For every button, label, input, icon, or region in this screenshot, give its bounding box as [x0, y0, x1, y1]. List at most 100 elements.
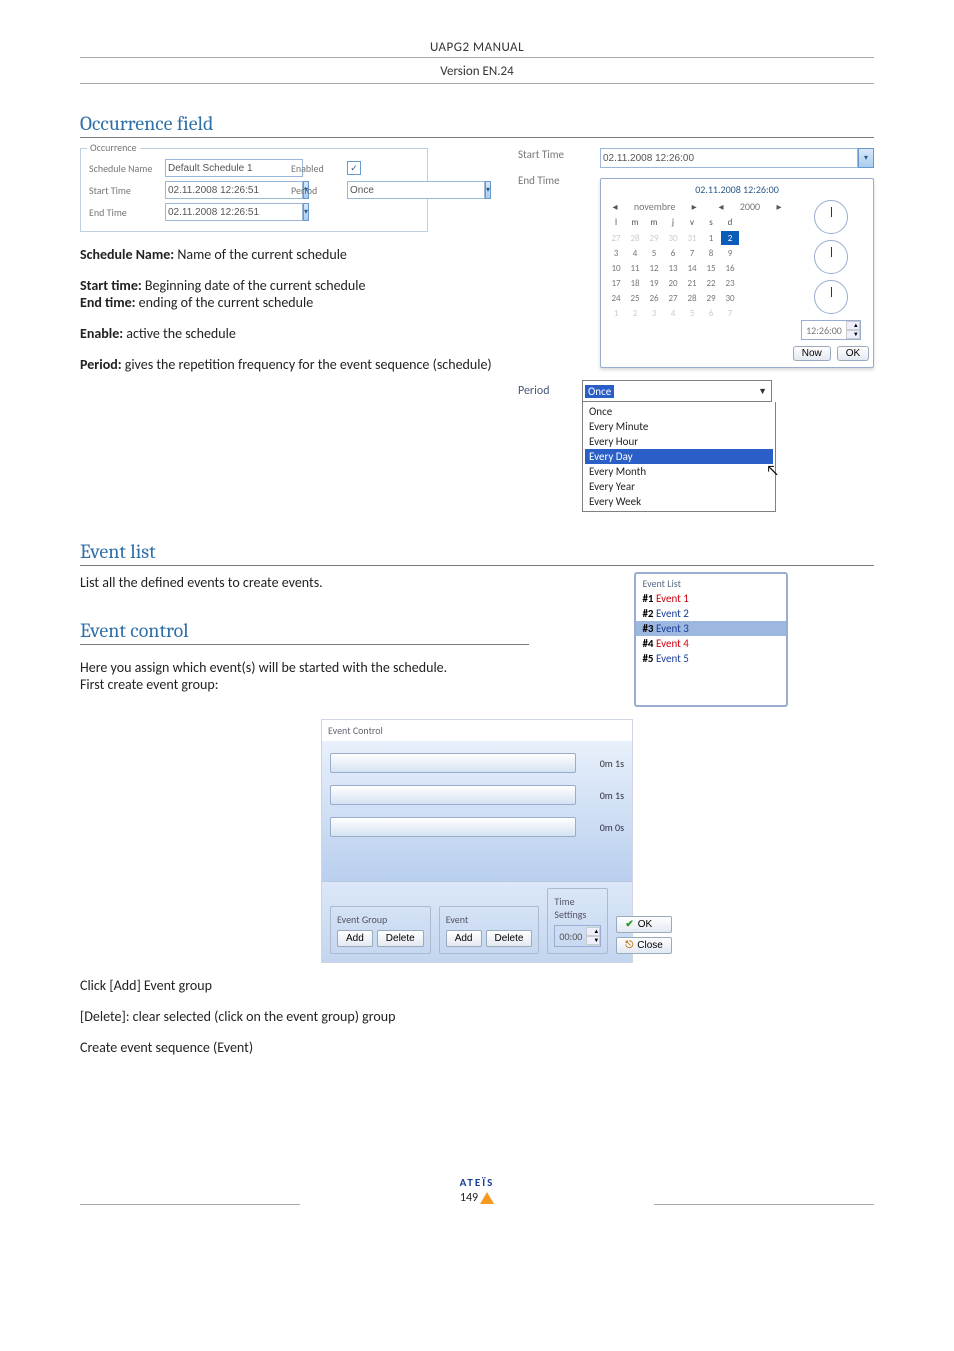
calendar-day[interactable]: 27	[607, 231, 625, 245]
calendar-day[interactable]: 5	[683, 306, 701, 320]
event-list-item[interactable]: #5 Event 5	[636, 651, 786, 666]
doc-header: UAPG2 MANUAL Version EN.24	[80, 40, 874, 84]
calendar-day[interactable]: 3	[607, 246, 625, 260]
calendar-day[interactable]: 2	[721, 231, 739, 245]
calendar-day[interactable]: 18	[626, 276, 644, 290]
event-group-add-button[interactable]: Add	[337, 930, 373, 947]
period-option[interactable]: Every Hour	[585, 434, 773, 449]
period-input[interactable]	[347, 181, 485, 199]
calendar-day[interactable]: 5	[645, 246, 663, 260]
event-box: Event Add Delete	[439, 906, 540, 954]
slider[interactable]	[330, 785, 576, 805]
event-add-button[interactable]: Add	[446, 930, 482, 947]
weekday-header: m	[645, 215, 663, 229]
event-list-item[interactable]: #3 Event 3	[636, 621, 786, 636]
calendar-day[interactable]: 1	[607, 306, 625, 320]
event-control-desc: Here you assign which event(s) will be s…	[80, 659, 529, 693]
event-list-item[interactable]: #1 Event 1	[636, 591, 786, 606]
calendar-day[interactable]: 23	[721, 276, 739, 290]
ec-close-button[interactable]: ⎋Close	[616, 937, 672, 954]
month-next-icon[interactable]: ▸	[686, 200, 702, 213]
calendar-day[interactable]: 30	[721, 291, 739, 305]
calendar-day[interactable]: 8	[702, 246, 720, 260]
slider[interactable]	[330, 753, 576, 773]
start-time-input[interactable]	[165, 181, 303, 199]
calendar-day[interactable]: 27	[664, 291, 682, 305]
end-time-input[interactable]	[165, 203, 303, 221]
event-delete-button[interactable]: Delete	[486, 930, 533, 947]
calendar-day[interactable]: 2	[626, 306, 644, 320]
year-next-icon[interactable]: ▸	[771, 200, 787, 213]
calendar-day[interactable]: 12	[645, 261, 663, 275]
footer-brand: ATEÏS	[460, 1176, 495, 1189]
calendar-day[interactable]: 21	[683, 276, 701, 290]
period-option[interactable]: Every Month	[585, 464, 773, 479]
period-dropdown-icon[interactable]: ▾	[485, 181, 491, 199]
calendar-day[interactable]: 20	[664, 276, 682, 290]
time-up-icon[interactable]: ▲	[846, 321, 860, 330]
period-option[interactable]: Every Year	[585, 479, 773, 494]
time-spinner[interactable]: 12:26:00 ▲▼	[801, 320, 861, 340]
calendar-day[interactable]: 28	[626, 231, 644, 245]
calendar-day[interactable]: 15	[702, 261, 720, 275]
calendar-day[interactable]: 24	[607, 291, 625, 305]
chevron-down-icon[interactable]: ▼	[756, 386, 769, 397]
calendar-day[interactable]: 26	[645, 291, 663, 305]
event-list-item[interactable]: #2 Event 2	[636, 606, 786, 621]
calendar-day[interactable]: 4	[664, 306, 682, 320]
calendar-day[interactable]: 6	[664, 246, 682, 260]
calendar-day[interactable]: 9	[721, 246, 739, 260]
period-option[interactable]: Once	[585, 404, 773, 419]
period-option-list[interactable]: ↖ OnceEvery MinuteEvery HourEvery DayEve…	[582, 402, 776, 512]
weekday-header: v	[683, 215, 701, 229]
calendar-day[interactable]: 14	[683, 261, 701, 275]
slider-row: 0m 1s	[330, 753, 624, 773]
calendar-day[interactable]: 28	[683, 291, 701, 305]
calendar-day[interactable]: 29	[702, 291, 720, 305]
calendar-day[interactable]: 19	[645, 276, 663, 290]
calendar-day[interactable]: 7	[721, 306, 739, 320]
calendar-day[interactable]: 29	[645, 231, 663, 245]
event-group-box: Event Group Add Delete	[330, 906, 431, 954]
ec-ok-button[interactable]: ✔OK	[616, 916, 672, 933]
time-settings-spinner[interactable]: 00:00 ▲▼	[554, 925, 601, 947]
dt-start-dropdown-icon[interactable]: ▾	[858, 148, 874, 168]
time-down-icon[interactable]: ▼	[846, 330, 860, 339]
calendar-day[interactable]: 11	[626, 261, 644, 275]
calendar-day[interactable]: 22	[702, 276, 720, 290]
calendar-day[interactable]: 7	[683, 246, 701, 260]
calendar-day[interactable]: 4	[626, 246, 644, 260]
calendar-day[interactable]: 30	[664, 231, 682, 245]
header-rule-1	[80, 57, 874, 58]
calendar-day[interactable]: 25	[626, 291, 644, 305]
year-prev-icon[interactable]: ◂	[713, 200, 729, 213]
time-settings-up-icon[interactable]: ▲	[586, 927, 600, 936]
end-time-dropdown-icon[interactable]: ▾	[303, 203, 309, 221]
picker-ok-button[interactable]: OK	[837, 346, 869, 361]
period-option[interactable]: Every Day	[585, 449, 773, 464]
event-group-delete-button[interactable]: Delete	[377, 930, 424, 947]
calendar-day[interactable]: 17	[607, 276, 625, 290]
calendar-day[interactable]: 6	[702, 306, 720, 320]
period-option[interactable]: Every Minute	[585, 419, 773, 434]
time-settings-down-icon[interactable]: ▼	[586, 936, 600, 945]
period-combo[interactable]: Once ▼	[582, 380, 772, 402]
now-button[interactable]: Now	[793, 346, 831, 361]
period-option[interactable]: Every Week	[585, 494, 773, 509]
calendar-day[interactable]: 10	[607, 261, 625, 275]
calendar[interactable]: ◂ novembre ▸ ◂ 2000 ▸ lmmjvsd 2728293031…	[607, 200, 787, 361]
calendar-day[interactable]: 1	[702, 231, 720, 245]
after-text-3: Create event sequence (Event)	[80, 1039, 874, 1056]
dt-start-input[interactable]	[600, 148, 858, 168]
calendar-day[interactable]: 31	[683, 231, 701, 245]
calendar-day[interactable]: 3	[645, 306, 663, 320]
event-list-item[interactable]: #4 Event 4	[636, 636, 786, 651]
calendar-day[interactable]: 13	[664, 261, 682, 275]
calendar-day[interactable]: 16	[721, 261, 739, 275]
month-prev-icon[interactable]: ◂	[607, 200, 623, 213]
slider[interactable]	[330, 817, 576, 837]
schedule-name-input[interactable]	[165, 159, 303, 177]
footer-rule-left	[80, 1204, 300, 1205]
period-combo-value: Once	[585, 385, 614, 398]
enabled-checkbox[interactable]: ✓	[347, 161, 361, 175]
